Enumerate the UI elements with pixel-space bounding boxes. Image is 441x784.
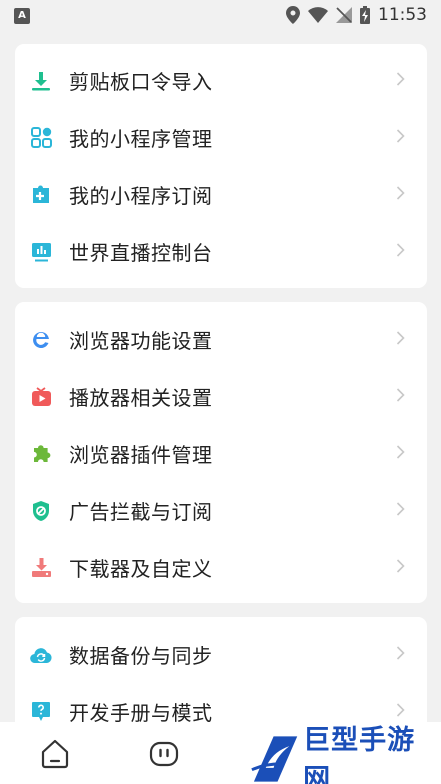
item-label: 浏览器插件管理	[69, 443, 213, 467]
downloader-item[interactable]: 下载器及自定义	[15, 539, 427, 596]
app-notification-icon: A	[14, 8, 30, 24]
battery-charging-icon	[360, 6, 370, 24]
mini-program-manage-item[interactable]: 我的小程序管理	[15, 109, 427, 166]
chevron-right-icon	[396, 501, 405, 520]
clipboard-import-item[interactable]: 剪贴板口令导入	[15, 52, 427, 109]
live-console-item[interactable]: 世界直播控制台	[15, 223, 427, 280]
item-label: 下载器及自定义	[69, 557, 213, 581]
item-label: 我的小程序订阅	[69, 184, 213, 208]
player-settings-item[interactable]: 播放器相关设置	[15, 368, 427, 425]
help-bubble-icon	[30, 701, 52, 723]
status-icons: 11:53	[286, 5, 427, 25]
site-watermark: 巨型手游网	[248, 725, 441, 784]
location-icon	[286, 6, 300, 24]
chevron-right-icon	[396, 444, 405, 463]
puzzle-plus-icon	[30, 184, 52, 206]
watermark-logo-icon	[251, 736, 298, 782]
chevron-right-icon	[396, 128, 405, 147]
item-label: 我的小程序管理	[69, 127, 213, 151]
robot-face-icon	[149, 741, 179, 767]
plugin-manage-item[interactable]: 浏览器插件管理	[15, 425, 427, 482]
chevron-right-icon	[396, 330, 405, 349]
browser-e-icon	[30, 329, 52, 351]
settings-group-2: 浏览器功能设置 播放器相关设置 浏览器插件管理 广告拦截与订阅 下载器及自定义	[15, 302, 427, 603]
item-label: 世界直播控制台	[69, 241, 213, 265]
browser-settings-item[interactable]: 浏览器功能设置	[15, 311, 427, 368]
item-label: 播放器相关设置	[69, 386, 213, 410]
no-signal-icon	[336, 7, 352, 23]
monitor-icon	[30, 241, 52, 263]
chevron-right-icon	[396, 558, 405, 577]
item-label: 浏览器功能设置	[69, 329, 213, 353]
assistant-nav-button[interactable]	[148, 738, 180, 770]
grid-icon	[30, 127, 52, 149]
puzzle-icon	[30, 443, 52, 465]
item-label: 数据备份与同步	[69, 644, 213, 668]
item-label: 剪贴板口令导入	[69, 70, 213, 94]
chevron-right-icon	[396, 645, 405, 664]
settings-group-1: 剪贴板口令导入 我的小程序管理 我的小程序订阅 世界直播控制台	[15, 44, 427, 288]
status-bar: A 11:53	[0, 0, 441, 30]
download-tray-icon	[30, 557, 52, 579]
ad-block-item[interactable]: 广告拦截与订阅	[15, 482, 427, 539]
item-label: 广告拦截与订阅	[69, 500, 213, 524]
wifi-icon	[308, 7, 328, 23]
mini-program-subscribe-item[interactable]: 我的小程序订阅	[15, 166, 427, 223]
chevron-right-icon	[396, 242, 405, 261]
chevron-right-icon	[396, 387, 405, 406]
tv-play-icon	[30, 386, 52, 408]
chevron-right-icon	[396, 71, 405, 90]
watermark-text: 巨型手游网	[303, 725, 416, 784]
chevron-right-icon	[396, 185, 405, 204]
clock: 11:53	[378, 5, 427, 25]
download-icon	[30, 70, 52, 92]
home-icon	[41, 739, 69, 769]
home-nav-button[interactable]	[39, 738, 71, 770]
cloud-sync-icon	[30, 644, 52, 666]
backup-sync-item[interactable]: 数据备份与同步	[15, 626, 427, 683]
shield-block-icon	[30, 500, 52, 522]
